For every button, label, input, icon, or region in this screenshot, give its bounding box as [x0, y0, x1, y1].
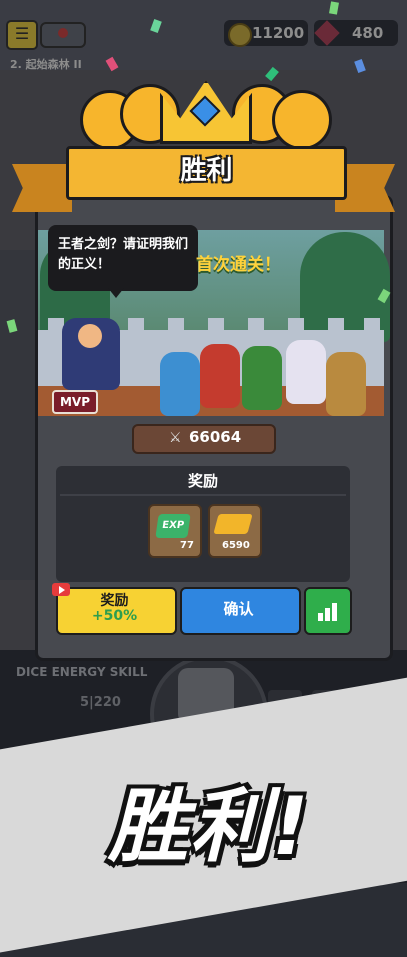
hero-character — [200, 344, 240, 408]
promo-title: 胜利! — [108, 780, 311, 873]
exp-icon: EXP — [155, 514, 191, 538]
rewards-title: 奖励 — [187, 472, 218, 490]
hero-character — [160, 352, 200, 416]
left-side-panel — [0, 250, 36, 580]
stats-button[interactable] — [304, 587, 352, 635]
stats-icon — [325, 608, 330, 621]
coin-value: 11200 — [252, 24, 305, 42]
speech-bubble: 王者之剑？请证明我们的正义！ — [48, 225, 198, 291]
score-value: 66064 — [189, 428, 242, 446]
gem-value: 480 — [352, 24, 384, 42]
menu-icon[interactable]: ☰ — [6, 20, 38, 50]
victory-title: 胜利 — [180, 156, 233, 186]
hero-character — [242, 346, 282, 410]
speech-bubble-tail — [108, 288, 124, 298]
wall-crenel — [288, 318, 304, 332]
stage-name: 2. 起始森林 II — [10, 58, 82, 71]
stats-icon — [318, 613, 323, 621]
mvp-badge: MVP — [52, 390, 98, 414]
stats-icon — [332, 603, 337, 621]
toggle-indicator — [58, 28, 68, 38]
dice-energy-label: DICE ENERGY SKILL — [16, 665, 148, 679]
trumpet-icon — [272, 90, 332, 150]
hero-head — [78, 324, 102, 348]
wall-crenel — [248, 318, 264, 332]
bonus-reward-label: 奖励 — [100, 593, 129, 609]
first-clear-text: 首次通关！ — [196, 255, 281, 275]
gold-reward-value: 6590 — [222, 540, 250, 551]
bonus-reward-value: +50% — [91, 608, 138, 624]
wall-crenel — [208, 318, 224, 332]
wall-crenel — [168, 318, 184, 332]
divider — [60, 494, 346, 496]
wall-crenel — [328, 318, 344, 332]
exp-reward-value: 77 — [180, 540, 194, 551]
coin-icon — [228, 23, 252, 47]
gold-bar-icon — [213, 514, 253, 534]
wall-crenel — [364, 318, 380, 332]
sword-icon: ⚔ — [169, 430, 182, 446]
confirm-label: 确认 — [223, 600, 254, 618]
hero-character — [326, 352, 366, 416]
wall-crenel — [128, 318, 144, 332]
hero-character — [286, 340, 326, 404]
dice-energy-value: 5|220 — [80, 695, 121, 710]
